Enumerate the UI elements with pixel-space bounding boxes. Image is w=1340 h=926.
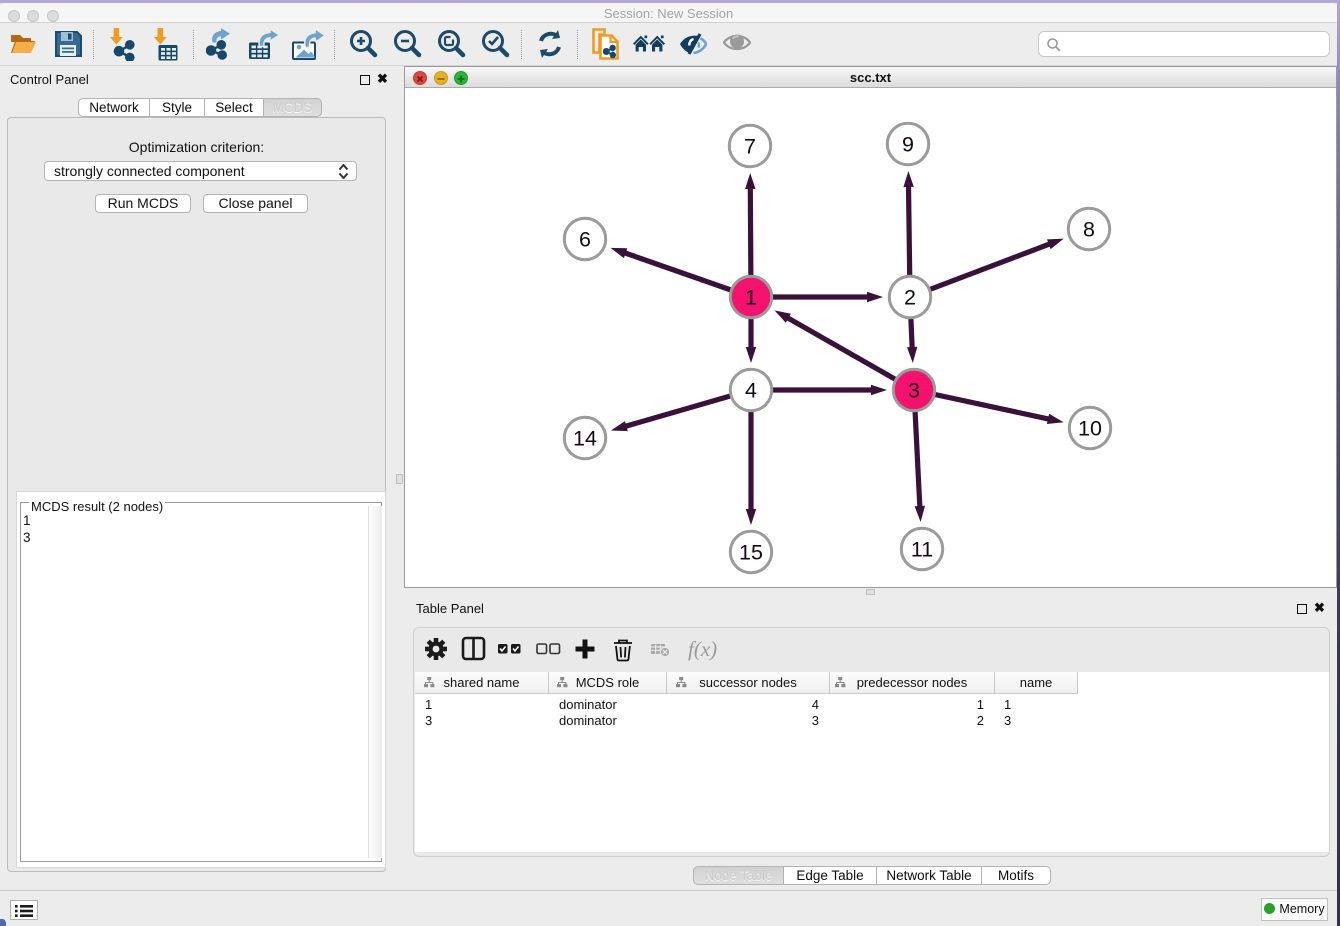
svg-text:8: 8 <box>1083 218 1095 242</box>
svg-text:1: 1 <box>745 286 757 310</box>
svg-text:4: 4 <box>745 379 757 403</box>
svg-text:9: 9 <box>902 133 914 157</box>
svg-text:6: 6 <box>579 228 591 252</box>
svg-text:11: 11 <box>911 538 933 562</box>
svg-text:3: 3 <box>908 379 920 403</box>
svg-text:f(x): f(x) <box>688 637 717 661</box>
svg-text:2: 2 <box>904 286 916 310</box>
svg-text:15: 15 <box>739 541 763 565</box>
svg-text:14: 14 <box>573 427 597 451</box>
svg-text:10: 10 <box>1078 417 1102 441</box>
svg-text:7: 7 <box>744 135 756 159</box>
